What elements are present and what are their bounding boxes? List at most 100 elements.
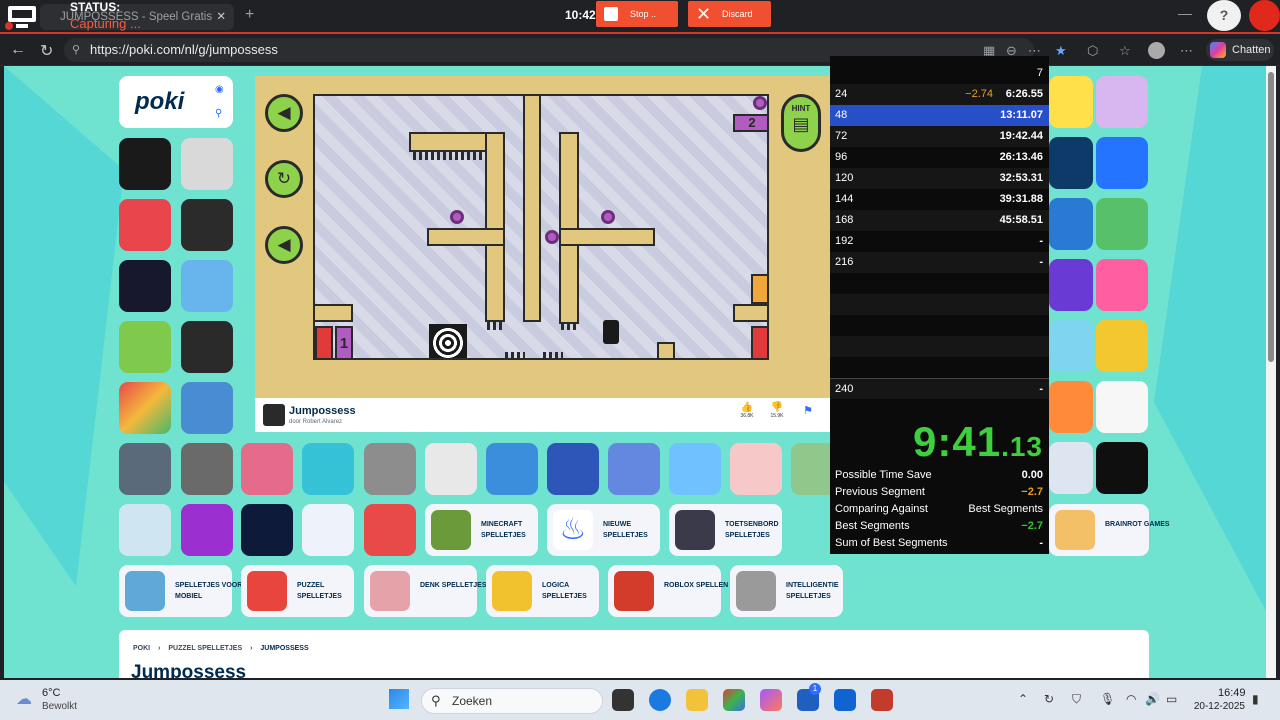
category-puzzle[interactable]: PUZZEL SPELLETJES	[241, 565, 354, 617]
game-canvas[interactable]: ◀ ↻ ◀ HINT ▤ 2 1	[255, 76, 831, 398]
game-tile[interactable]	[119, 443, 171, 495]
game-tile[interactable]	[181, 504, 233, 556]
minimize-icon[interactable]: —	[1178, 5, 1192, 21]
sync-icon[interactable]: ↻	[1044, 692, 1054, 706]
new-tab-icon[interactable]: +	[245, 6, 254, 24]
game-tile[interactable]	[241, 504, 293, 556]
category-logic[interactable]: LOGICA SPELLETJES	[486, 565, 599, 617]
game-tile[interactable]	[547, 443, 599, 495]
category-minecraft[interactable]: MINECRAFT SPELLETJES	[425, 504, 538, 556]
task-view-icon[interactable]	[612, 689, 634, 711]
breadcrumb-puzzle[interactable]: PUZZEL SPELLETJES	[168, 645, 242, 652]
game-tile[interactable]	[181, 321, 233, 373]
category-think[interactable]: DENK SPELLETJES	[364, 565, 487, 617]
security-icon[interactable]: ⛉	[1072, 692, 1081, 707]
stop-button[interactable]: Stop ..	[596, 1, 678, 27]
help-button[interactable]: ?	[1207, 0, 1241, 31]
game-tile[interactable]	[730, 443, 782, 495]
game-tile[interactable]	[669, 443, 721, 495]
game-tile[interactable]	[1096, 76, 1148, 128]
game-tile[interactable]	[425, 443, 477, 495]
game-tile[interactable]	[364, 504, 416, 556]
back-level-button[interactable]: ◀	[265, 94, 303, 132]
game-tile[interactable]	[181, 443, 233, 495]
like-button[interactable]: 👍 36.8K	[737, 402, 757, 419]
game-tile[interactable]	[1096, 442, 1148, 494]
game-tile[interactable]	[1049, 137, 1093, 189]
back-arrow-icon[interactable]: ←	[10, 41, 26, 59]
wifi-icon[interactable]: ◠	[1126, 692, 1136, 706]
category-new[interactable]: ♨ NIEUWE SPELLETJES	[547, 504, 660, 556]
notification-bell-icon[interactable]: ▮	[1252, 692, 1259, 706]
discard-button[interactable]: ✕ Discard	[688, 1, 771, 27]
weather-desc[interactable]: Bewolkt	[42, 701, 77, 712]
reload-icon[interactable]: ↻	[40, 41, 53, 61]
user-icon[interactable]: ◉	[215, 84, 224, 95]
app-icon[interactable]	[723, 689, 745, 711]
chevron-up-icon[interactable]: ⌃	[1018, 692, 1028, 706]
game-tile[interactable]	[181, 260, 233, 312]
edge-icon[interactable]	[649, 689, 671, 711]
game-tile[interactable]	[1096, 259, 1148, 311]
game-tile[interactable]	[1049, 442, 1093, 494]
game-tile[interactable]	[181, 382, 233, 434]
category-brainrot[interactable]: BRAINROT GAMES	[1049, 504, 1170, 556]
hint-button[interactable]: HINT ▤	[781, 94, 821, 152]
game-tile[interactable]	[608, 443, 660, 495]
file-explorer-icon[interactable]	[686, 689, 708, 711]
clock-date[interactable]: 20-12-2025	[1192, 701, 1245, 712]
restart-button[interactable]: ↻	[265, 160, 303, 198]
copilot-app-icon[interactable]	[760, 689, 782, 711]
collections-icon[interactable]: ☆	[1119, 43, 1131, 59]
game-tile[interactable]	[1096, 320, 1148, 372]
site-info-icon[interactable]: ⚲	[72, 38, 80, 62]
favorite-star-icon[interactable]: ★	[1055, 43, 1067, 59]
tab-close-icon[interactable]: ✕	[216, 4, 226, 30]
game-tile[interactable]	[302, 504, 354, 556]
game-tile[interactable]	[1096, 198, 1148, 250]
battery-icon[interactable]: ▭	[1166, 692, 1177, 706]
windows-start-icon[interactable]	[389, 689, 409, 709]
game-tile[interactable]	[119, 321, 171, 373]
search-icon[interactable]: ⚲	[215, 108, 222, 119]
game-tile[interactable]	[364, 443, 416, 495]
taskbar-search[interactable]: ⚲ Zoeken	[421, 688, 603, 714]
game-tile[interactable]	[1049, 259, 1093, 311]
game-tile[interactable]	[1096, 137, 1148, 189]
profile-avatar[interactable]	[1148, 42, 1165, 59]
dislike-button[interactable]: 👎 15.9K	[767, 402, 787, 419]
game-tile[interactable]	[1049, 198, 1093, 250]
category-keyboard[interactable]: TOETSENBORD SPELLETJES	[669, 504, 782, 556]
category-mobile[interactable]: SPELLETJES VOOR MOBIEL	[119, 565, 242, 617]
game-tile[interactable]	[181, 138, 233, 190]
category-intelligence[interactable]: INTELLIGENTIE SPELLETJES	[730, 565, 843, 617]
category-roblox[interactable]: ROBLOX SPELLEN	[608, 565, 728, 617]
close-window-button[interactable]	[1249, 0, 1280, 31]
game-tile[interactable]	[241, 443, 293, 495]
game-tile[interactable]	[486, 443, 538, 495]
microphone-icon[interactable]: 🎙	[1100, 692, 1115, 706]
flag-icon[interactable]: ⚑	[803, 404, 813, 417]
store-icon[interactable]: 1	[797, 683, 821, 711]
game-tile[interactable]	[1049, 320, 1093, 372]
game-tile[interactable]	[181, 199, 233, 251]
sound-button[interactable]: ◀	[265, 226, 303, 264]
game-tile[interactable]	[1049, 381, 1093, 433]
scrollbar-thumb[interactable]	[1268, 72, 1274, 362]
game-tile[interactable]	[119, 260, 171, 312]
copilot-chat-button[interactable]: Chatten	[1206, 39, 1274, 61]
recorder-app-icon[interactable]	[871, 689, 893, 711]
poki-logo-card[interactable]: poki ◉ ⚲	[119, 76, 233, 128]
game-tile[interactable]	[119, 504, 171, 556]
breadcrumb-poki[interactable]: POKI	[133, 645, 150, 652]
more-menu-icon[interactable]: ⋯	[1180, 43, 1193, 59]
game-tile[interactable]	[1096, 381, 1148, 433]
volume-icon[interactable]: 🔊	[1145, 692, 1160, 706]
weather-temp[interactable]: 6°C	[42, 687, 60, 699]
clock-time[interactable]: 16:49	[1218, 687, 1246, 699]
game-tile[interactable]	[119, 138, 171, 190]
extensions-icon[interactable]: ⬡	[1087, 43, 1098, 59]
game-tile[interactable]	[1049, 76, 1093, 128]
game-tile[interactable]	[119, 382, 171, 434]
game-tile[interactable]	[119, 199, 171, 251]
